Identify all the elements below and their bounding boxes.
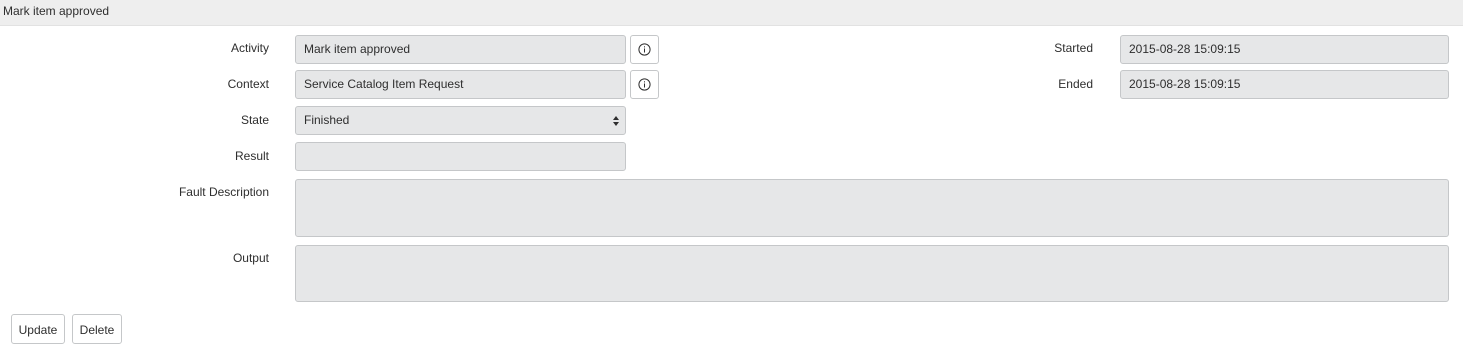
- activity-label: Activity: [230, 41, 269, 55]
- context-label: Context: [227, 77, 269, 91]
- result-field[interactable]: [295, 142, 626, 171]
- context-info-button[interactable]: [630, 70, 659, 99]
- activity-info-button[interactable]: [630, 35, 659, 64]
- ended-field[interactable]: 2015-08-28 15:09:15: [1120, 70, 1449, 99]
- started-field[interactable]: 2015-08-28 15:09:15: [1120, 35, 1449, 64]
- update-button[interactable]: Update: [11, 314, 65, 344]
- activity-field[interactable]: Mark item approved: [295, 35, 626, 64]
- fault-description-field[interactable]: [295, 179, 1449, 237]
- form-header: Mark item approved: [0, 0, 1463, 26]
- fault-description-label: Fault Description: [178, 185, 269, 199]
- form-title: Mark item approved: [3, 4, 110, 18]
- info-icon: [638, 78, 651, 91]
- started-label: Started: [1054, 41, 1093, 55]
- result-label: Result: [234, 149, 269, 163]
- info-icon: [638, 43, 651, 56]
- state-label: State: [240, 113, 269, 127]
- state-select[interactable]: Finished: [295, 106, 626, 135]
- delete-button[interactable]: Delete: [72, 314, 122, 344]
- context-field[interactable]: Service Catalog Item Request: [295, 70, 626, 99]
- ended-label: Ended: [1058, 77, 1093, 91]
- output-label: Output: [232, 251, 269, 265]
- state-select-value: Finished: [304, 113, 350, 127]
- output-field[interactable]: [295, 245, 1449, 302]
- sort-arrows-icon: [613, 116, 619, 126]
